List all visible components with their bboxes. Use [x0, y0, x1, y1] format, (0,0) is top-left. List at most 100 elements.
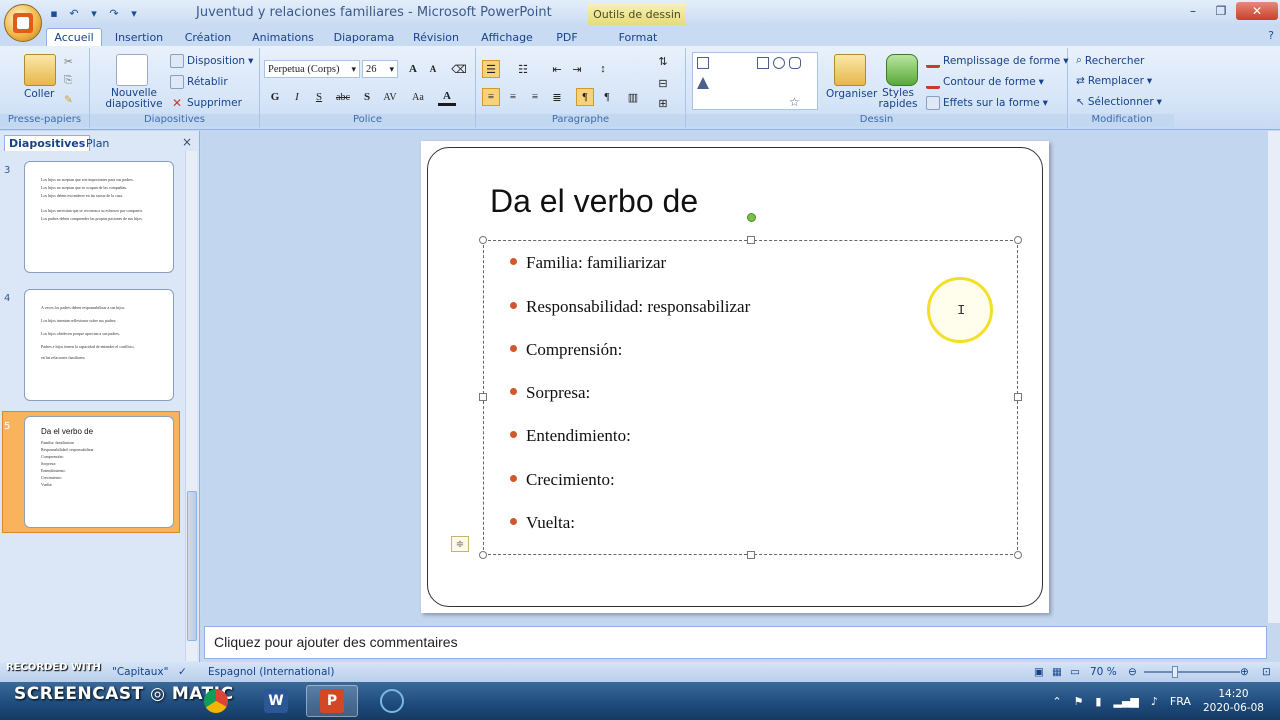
slides-panel-scrollbar[interactable]	[185, 151, 197, 661]
format-painter-icon[interactable]: ✎	[64, 94, 73, 106]
sorter-view-icon[interactable]: ▦	[1052, 666, 1062, 678]
numbering-icon[interactable]: ☷	[514, 60, 532, 78]
zoom-level[interactable]: 70 %	[1090, 666, 1117, 678]
shape-outline-button[interactable]: Contour de forme ▾	[926, 75, 1044, 89]
rectangle-shape-icon[interactable]	[757, 57, 769, 69]
bullet-item[interactable]: Sorpresa:	[510, 383, 590, 403]
slide-thumbnail-4[interactable]: A veces los padres deben responsabilizar…	[24, 289, 174, 401]
tab-format[interactable]: Format	[612, 28, 664, 46]
font-color-icon[interactable]: A	[438, 88, 456, 106]
flag-icon[interactable]: ⚑	[1074, 695, 1084, 708]
font-name-dropdown[interactable]: Perpetua (Corps) ▾	[264, 60, 360, 78]
maximize-icon[interactable]: ❐	[1208, 2, 1234, 20]
tab-pdf[interactable]: PDF	[550, 28, 584, 46]
tab-creation[interactable]: Création	[180, 28, 236, 46]
line-spacing-icon[interactable]: ↕	[594, 60, 612, 78]
text-direction-icon[interactable]: ⇅	[654, 52, 672, 70]
reset-button[interactable]: Rétablir	[170, 75, 228, 89]
show-hidden-icons-icon[interactable]: ⌃	[1052, 695, 1061, 708]
new-slide-button[interactable]: Nouvelle diapositive	[102, 88, 166, 110]
undo-dropdown-icon[interactable]: ▾	[86, 5, 102, 21]
zoom-in-icon[interactable]: ⊕	[1240, 666, 1249, 678]
bullets-icon[interactable]: ☰	[482, 60, 500, 78]
close-icon[interactable]: ✕	[1236, 2, 1278, 20]
network-icon[interactable]: ▂▄▆	[1113, 695, 1138, 708]
redo-icon[interactable]: ↷	[106, 5, 122, 21]
taskbar-powerpoint[interactable]: P	[306, 685, 358, 717]
shapes-gallery[interactable]: ☆	[692, 52, 818, 110]
resize-handle[interactable]	[747, 236, 755, 244]
tab-revision[interactable]: Révision	[408, 28, 464, 46]
select-button[interactable]: ↖ Sélectionner ▾	[1076, 96, 1162, 108]
workspace-scrollbar[interactable]	[1267, 131, 1280, 623]
notes-pane[interactable]: Cliquez pour ajouter des commentaires	[204, 626, 1267, 659]
align-right-icon[interactable]: ≡	[526, 88, 544, 106]
bullet-item[interactable]: Familia: familiarizar	[510, 253, 666, 273]
input-language[interactable]: FRA	[1170, 695, 1191, 708]
layout-button[interactable]: Disposition ▾	[170, 54, 253, 68]
spellcheck-icon[interactable]: ✓	[178, 666, 187, 678]
bullet-item[interactable]: Vuelta:	[510, 513, 575, 533]
slide-canvas[interactable]: Da el verbo de Familia: familiarizar Res…	[421, 141, 1049, 613]
battery-icon[interactable]: ▮	[1095, 695, 1101, 708]
star-shape-icon[interactable]: ☆	[789, 95, 801, 109]
help-icon[interactable]: ?	[1268, 29, 1274, 42]
delete-button[interactable]: ✕ Supprimer	[170, 96, 242, 110]
language-indicator[interactable]: Espagnol (International)	[208, 666, 334, 678]
change-case-icon[interactable]: Aa	[406, 88, 430, 106]
rtl-icon[interactable]: ¶	[598, 88, 616, 106]
slideshow-view-icon[interactable]: ▭	[1070, 666, 1080, 678]
paste-button[interactable]: Coller	[24, 88, 54, 100]
customize-qat-icon[interactable]: ▾	[126, 5, 142, 21]
strikethrough-icon[interactable]: abc	[332, 88, 354, 106]
slide-thumbnail-5[interactable]: Da el verbo de Familia: familiarizar Res…	[24, 416, 174, 528]
bold-icon[interactable]: G	[266, 88, 284, 106]
slide-thumbnail-3[interactable]: Los hijos no aceptan que son importantes…	[24, 161, 174, 273]
copy-icon[interactable]: ⎘	[64, 74, 72, 87]
tab-affichage[interactable]: Affichage	[476, 28, 538, 46]
shape-fill-button[interactable]: Remplissage de forme ▾	[926, 54, 1069, 68]
decrease-indent-icon[interactable]: ⇤	[548, 60, 566, 78]
bullet-item[interactable]: Entendimiento:	[510, 426, 631, 446]
rounded-rect-shape-icon[interactable]	[789, 57, 801, 69]
ltr-icon[interactable]: ¶	[576, 88, 594, 106]
normal-view-icon[interactable]: ▣	[1034, 666, 1044, 678]
tab-animations[interactable]: Animations	[248, 28, 318, 46]
arrange-button[interactable]: Organiser	[826, 88, 877, 100]
shrink-font-icon[interactable]: A	[424, 60, 442, 78]
resize-handle[interactable]	[1014, 551, 1022, 559]
autofit-options-icon[interactable]: ≑	[451, 536, 469, 552]
bullet-item[interactable]: Responsabilidad: responsabilizar	[510, 297, 750, 317]
resize-handle[interactable]	[1014, 236, 1022, 244]
paste-icon[interactable]	[24, 54, 56, 86]
fit-window-icon[interactable]: ⊡	[1262, 666, 1271, 678]
zoom-slider-knob[interactable]	[1172, 666, 1178, 678]
rotation-handle[interactable]	[747, 213, 756, 222]
oval-shape-icon[interactable]	[773, 57, 785, 69]
resize-handle[interactable]	[479, 236, 487, 244]
taskbar-screencast[interactable]	[366, 685, 418, 717]
char-spacing-icon[interactable]: AV	[378, 88, 402, 106]
align-left-icon[interactable]: ≡	[482, 88, 500, 106]
zoom-slider[interactable]	[1144, 671, 1240, 673]
minimize-icon[interactable]: –	[1180, 2, 1206, 20]
resize-handle[interactable]	[1014, 393, 1022, 401]
bullet-item[interactable]: Comprensión:	[510, 340, 622, 360]
scrollbar-thumb[interactable]	[187, 491, 197, 641]
triangle-shape-icon[interactable]	[697, 77, 709, 89]
shape-effects-button[interactable]: Effets sur la forme ▾	[926, 96, 1048, 110]
volume-icon[interactable]: ♪	[1151, 695, 1158, 708]
align-text-icon[interactable]: ⊟	[654, 74, 672, 92]
justify-icon[interactable]: ≣	[548, 88, 566, 106]
underline-icon[interactable]: S	[310, 88, 328, 106]
columns-icon[interactable]: ▥	[624, 88, 642, 106]
taskbar-word[interactable]: W	[250, 685, 302, 717]
tab-insertion[interactable]: Insertion	[110, 28, 168, 46]
quick-styles-icon[interactable]	[886, 54, 918, 86]
increase-indent-icon[interactable]: ⇥	[568, 60, 586, 78]
align-center-icon[interactable]: ≡	[504, 88, 522, 106]
tab-plan[interactable]: Plan	[82, 135, 113, 151]
slide-title[interactable]: Da el verbo de	[490, 183, 698, 220]
resize-handle[interactable]	[479, 551, 487, 559]
find-button[interactable]: ⌕ Rechercher	[1076, 54, 1144, 67]
